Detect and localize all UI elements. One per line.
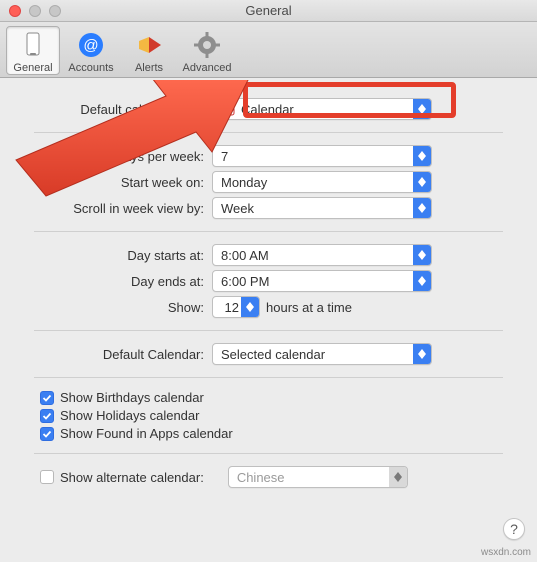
select-default-calendar[interactable]: Selected calendar	[212, 343, 432, 365]
label-default-app: Default calendar app:	[34, 102, 212, 117]
tab-label: Alerts	[135, 62, 163, 74]
row-scroll-view: Scroll in week view by: Week	[34, 197, 503, 219]
chevron-updown-icon	[413, 271, 431, 291]
tab-label: General	[13, 62, 52, 74]
checkbox-holidays[interactable]	[40, 409, 54, 423]
checkbox-alternate[interactable]	[40, 470, 54, 484]
select-alternate-calendar[interactable]: Chinese	[228, 466, 408, 488]
checkbox-label: Show Birthdays calendar	[60, 390, 204, 405]
select-value: 6:00 PM	[221, 274, 269, 289]
minimize-button[interactable]	[29, 5, 41, 17]
calendar-app-icon: 17	[221, 102, 235, 116]
select-day-starts[interactable]: 8:00 AM	[212, 244, 432, 266]
check-row-alternate: Show alternate calendar: Chinese	[40, 466, 503, 488]
general-icon	[17, 29, 49, 61]
separator	[34, 377, 503, 378]
row-day-ends: Day ends at: 6:00 PM	[34, 270, 503, 292]
row-days-per-week: Days per week: 7	[34, 145, 503, 167]
chevron-updown-icon	[413, 99, 431, 119]
chevron-updown-icon	[413, 198, 431, 218]
svg-text:17: 17	[224, 109, 232, 116]
row-default-calendar: Default Calendar: Selected calendar	[34, 343, 503, 365]
select-value: Monday	[221, 175, 267, 190]
chevron-updown-icon	[241, 297, 259, 317]
label-days-per-week: Days per week:	[34, 149, 212, 164]
select-default-app[interactable]: 17 Calendar	[212, 98, 432, 120]
chevron-updown-icon	[389, 467, 407, 487]
select-value: Calendar	[241, 102, 294, 117]
label-start-week: Start week on:	[34, 175, 212, 190]
tab-advanced[interactable]: Advanced	[180, 26, 234, 75]
select-value: 8:00 AM	[221, 248, 269, 263]
titlebar: General	[0, 0, 537, 22]
label-default-calendar: Default Calendar:	[34, 347, 212, 362]
select-value: Week	[221, 201, 254, 216]
select-scroll-view[interactable]: Week	[212, 197, 432, 219]
select-value: Chinese	[237, 470, 285, 485]
separator	[34, 132, 503, 133]
watermark: wsxdn.com	[481, 547, 531, 558]
check-row-birthdays: Show Birthdays calendar	[40, 390, 503, 405]
select-day-ends[interactable]: 6:00 PM	[212, 270, 432, 292]
checkbox-label: Show Found in Apps calendar	[60, 426, 233, 441]
checkbox-found[interactable]	[40, 427, 54, 441]
label-show-suffix: hours at a time	[266, 300, 352, 315]
help-icon: ?	[510, 521, 518, 537]
window-controls	[0, 5, 61, 17]
tab-label: Accounts	[68, 62, 113, 74]
tab-label: Advanced	[183, 62, 232, 74]
checkbox-birthdays[interactable]	[40, 391, 54, 405]
checkbox-label: Show Holidays calendar	[60, 408, 199, 423]
close-button[interactable]	[9, 5, 21, 17]
check-row-holidays: Show Holidays calendar	[40, 408, 503, 423]
accounts-icon: @	[75, 29, 107, 61]
select-value: 7	[221, 149, 228, 164]
select-days-per-week[interactable]: 7	[212, 145, 432, 167]
label-show: Show:	[34, 300, 212, 315]
select-start-week[interactable]: Monday	[212, 171, 432, 193]
separator	[34, 453, 503, 454]
preferences-toolbar: General @ Accounts Alerts Advanced	[0, 22, 537, 78]
label-scroll-view: Scroll in week view by:	[34, 201, 212, 216]
row-start-week: Start week on: Monday	[34, 171, 503, 193]
row-default-app: Default calendar app: 17 Calendar	[34, 98, 503, 120]
svg-text:@: @	[83, 37, 98, 54]
zoom-button[interactable]	[49, 5, 61, 17]
label-day-ends: Day ends at:	[34, 274, 212, 289]
separator	[34, 231, 503, 232]
tab-alerts[interactable]: Alerts	[122, 26, 176, 75]
select-value: Selected calendar	[221, 347, 325, 362]
advanced-icon	[191, 29, 223, 61]
row-show-hours: Show: 12 hours at a time	[34, 296, 503, 318]
general-pane: Default calendar app: 17 Calendar Days p…	[0, 78, 537, 503]
tab-accounts[interactable]: @ Accounts	[64, 26, 118, 75]
separator	[34, 330, 503, 331]
select-value: 12	[225, 300, 239, 315]
chevron-updown-icon	[413, 172, 431, 192]
chevron-updown-icon	[413, 146, 431, 166]
tab-general[interactable]: General	[6, 26, 60, 75]
chevron-updown-icon	[413, 245, 431, 265]
check-row-found: Show Found in Apps calendar	[40, 426, 503, 441]
help-button[interactable]: ?	[503, 518, 525, 540]
row-day-starts: Day starts at: 8:00 AM	[34, 244, 503, 266]
alerts-icon	[133, 29, 165, 61]
window-title: General	[0, 3, 537, 18]
label-day-starts: Day starts at:	[34, 248, 212, 263]
chevron-updown-icon	[413, 344, 431, 364]
checkbox-label: Show alternate calendar:	[60, 470, 204, 485]
select-show-hours[interactable]: 12	[212, 296, 260, 318]
